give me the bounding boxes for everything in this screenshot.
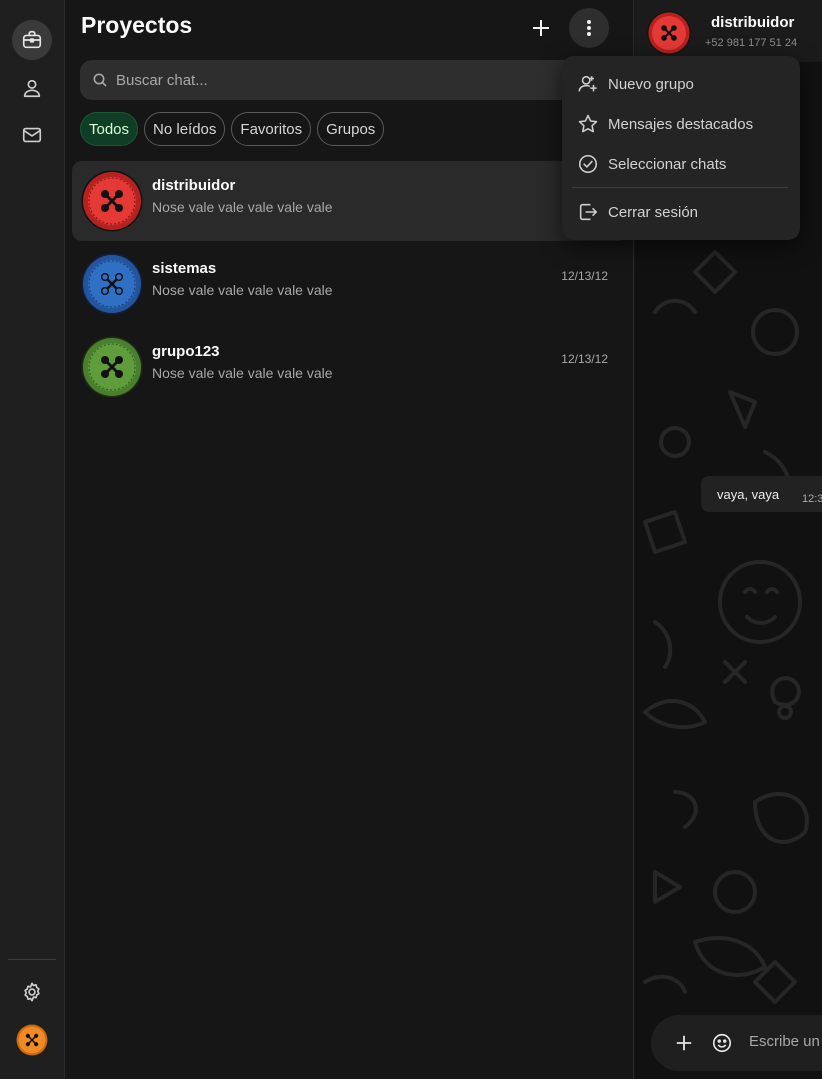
- nav-contacts-button[interactable]: [12, 68, 52, 108]
- chat-avatar: [81, 253, 143, 315]
- more-options-menu: Nuevo grupo Mensajes destacados Seleccio…: [562, 56, 800, 240]
- logout-icon: [576, 200, 600, 224]
- chat-preview: Nose vale vale vale vale vale: [152, 282, 333, 298]
- more-options-button[interactable]: [569, 8, 609, 48]
- menu-divider: [572, 187, 788, 188]
- star-icon: [576, 112, 600, 136]
- page-title: Proyectos: [81, 12, 193, 38]
- filter-chip-todos[interactable]: Todos: [80, 112, 139, 146]
- nav-mail-button[interactable]: [12, 115, 52, 155]
- message-composer: [651, 1015, 822, 1071]
- chat-avatar: [81, 170, 143, 232]
- gear-icon: [24, 982, 40, 1002]
- emoji-button[interactable]: [709, 1030, 735, 1056]
- nav-projects-button[interactable]: [12, 20, 52, 60]
- check-circle-icon: [576, 152, 600, 176]
- chat-name: sistemas: [152, 260, 217, 277]
- menu-item-label: Cerrar sesión: [608, 203, 699, 221]
- emoji-icon: [712, 1033, 732, 1053]
- kebab-menu-icon: [587, 20, 591, 36]
- plus-icon: [533, 20, 549, 36]
- attach-button[interactable]: [671, 1030, 697, 1056]
- message-time: 12:3: [802, 493, 822, 505]
- menu-item-label: Seleccionar chats: [608, 155, 727, 173]
- rail-divider: [8, 959, 56, 960]
- contact-phone: +52 981 177 51 24: [705, 37, 798, 49]
- settings-button[interactable]: [12, 972, 52, 1012]
- menu-item-new-group[interactable]: Nuevo grupo: [562, 64, 800, 104]
- menu-item-starred-messages[interactable]: Mensajes destacados: [562, 104, 800, 144]
- chat-avatar: [81, 336, 143, 398]
- profile-avatar[interactable]: [12, 1020, 52, 1060]
- add-user-icon: [576, 72, 600, 96]
- navigation-rail: [0, 0, 65, 1079]
- conversation-header[interactable]: distribuidor +52 981 177 51 24: [635, 0, 822, 62]
- mail-icon: [22, 127, 42, 143]
- filter-chip-grupos[interactable]: Grupos: [317, 112, 385, 146]
- add-button[interactable]: [521, 8, 561, 48]
- plus-icon: [676, 1035, 692, 1051]
- chat-list-pane: Proyectos Todos No leídos Favoritos Grup…: [65, 0, 634, 1079]
- chat-name: grupo123: [152, 343, 220, 360]
- chat-list-item[interactable]: grupo123 Nose vale vale vale vale vale 1…: [72, 327, 628, 407]
- chat-timestamp: 12/13/12: [561, 352, 608, 366]
- filter-chip-favoritos[interactable]: Favoritos: [231, 112, 312, 146]
- menu-item-select-chats[interactable]: Seleccionar chats: [562, 144, 800, 184]
- chat-list-item[interactable]: distribuidor Nose vale vale vale vale va…: [72, 161, 628, 241]
- chat-preview: Nose vale vale vale vale vale: [152, 199, 333, 215]
- button-avatar-icon: [16, 1024, 48, 1056]
- filter-chips: Todos No leídos Favoritos Grupos: [80, 112, 385, 146]
- chat-preview: Nose vale vale vale vale vale: [152, 365, 333, 381]
- search-icon: [93, 73, 107, 87]
- contact-avatar: [647, 11, 691, 55]
- menu-item-label: Nuevo grupo: [608, 75, 694, 93]
- chat-timestamp: 12/13/12: [561, 269, 608, 283]
- chat-list-item[interactable]: sistemas Nose vale vale vale vale vale 1…: [72, 244, 628, 324]
- message-bubble[interactable]: vaya, vaya 12:3: [701, 476, 822, 512]
- briefcase-icon: [22, 30, 42, 49]
- message-input[interactable]: [749, 1033, 822, 1050]
- filter-chip-no-leidos[interactable]: No leídos: [144, 112, 226, 146]
- chat-name: distribuidor: [152, 177, 236, 194]
- message-text: vaya, vaya: [717, 487, 780, 502]
- menu-item-label: Mensajes destacados: [608, 115, 754, 133]
- menu-item-logout[interactable]: Cerrar sesión: [562, 192, 800, 232]
- contact-name: distribuidor: [711, 14, 795, 31]
- person-icon: [23, 79, 41, 98]
- search-input[interactable]: [116, 71, 516, 89]
- search-bar: [80, 60, 620, 100]
